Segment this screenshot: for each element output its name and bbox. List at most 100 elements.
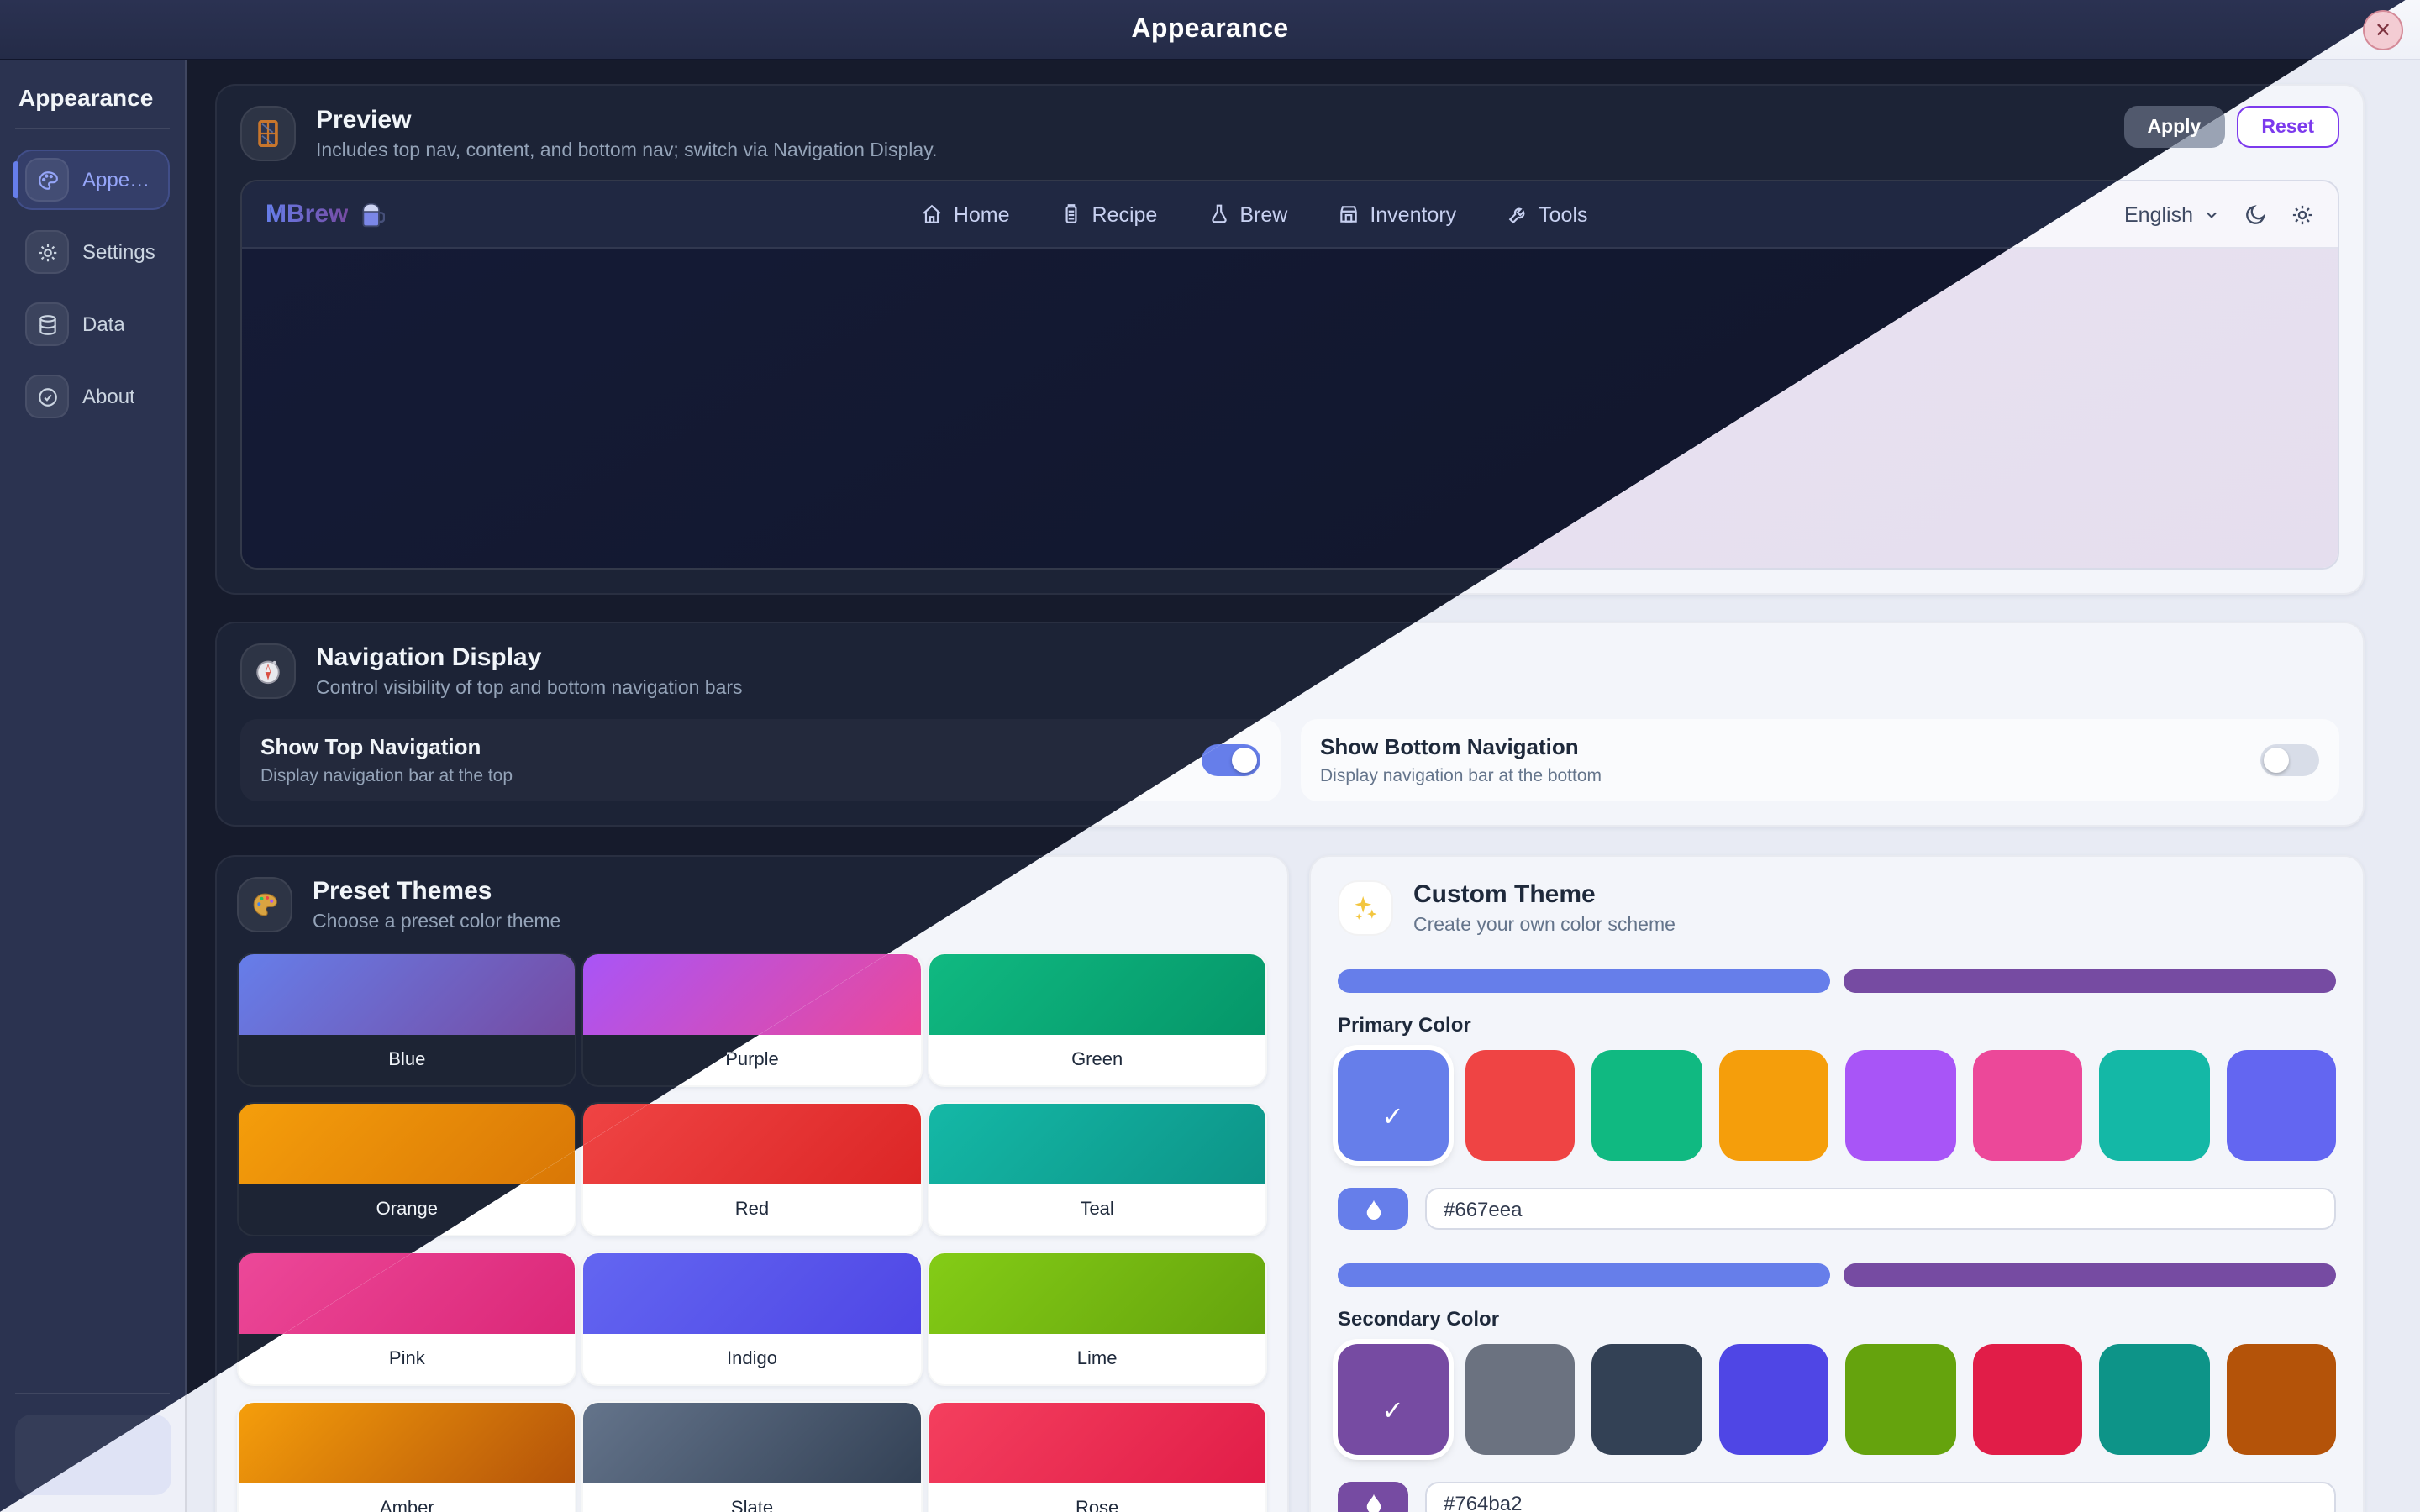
primary-swatch-7[interactable] [2226, 1050, 2336, 1161]
primary-swatch-2[interactable] [1591, 1050, 1702, 1161]
theme-tile-teal[interactable]: Teal [927, 1102, 1267, 1236]
check-circle-icon [25, 375, 69, 418]
bottom-nav-toggle-row: Show Bottom Navigation Display navigatio… [1300, 719, 2339, 801]
primary-swatch-row: ✓ [1338, 1050, 2336, 1161]
theme-label: Rose [929, 1483, 1265, 1512]
theme-tile-lime[interactable]: Lime [927, 1252, 1267, 1386]
secondary-gradient-bar [1844, 1263, 2336, 1287]
sidebar: Appearance Appearance Settings Data [0, 60, 187, 1512]
navigation-display-title: Navigation Display [316, 643, 743, 672]
theme-label: Pink [239, 1334, 576, 1384]
nav-item-home[interactable]: Home [922, 202, 1010, 226]
sidebar-footer-divider [15, 1393, 170, 1394]
preset-themes-subtitle: Choose a preset color theme [313, 912, 560, 932]
theme-label: Red [584, 1184, 921, 1235]
bottom-nav-toggle[interactable] [2260, 744, 2319, 776]
check-icon: ✓ [1338, 1394, 1448, 1428]
theme-label: Slate [584, 1483, 921, 1512]
primary-swatch-6[interactable] [2099, 1050, 2209, 1161]
reset-button[interactable]: Reset [2236, 106, 2339, 148]
primary-swatch-0[interactable]: ✓ [1338, 1050, 1448, 1161]
theme-swatch [929, 1253, 1265, 1334]
secondary-swatch-3[interactable] [1718, 1344, 1828, 1455]
secondary-swatch-2[interactable] [1591, 1344, 1702, 1455]
sidebar-item-label: Settings [82, 240, 155, 264]
brand-name: MBrew [266, 200, 348, 228]
theme-tile-amber[interactable]: Amber [237, 1401, 577, 1512]
close-icon: ✕ [2375, 20, 2391, 40]
secondary-swatch-4[interactable] [1845, 1344, 1955, 1455]
brand: MBrew [266, 200, 385, 228]
window-titlebar: Appearance ✕ [0, 0, 2420, 60]
check-icon: ✓ [1338, 1100, 1448, 1134]
primary-gradient-bar [1338, 1263, 1830, 1287]
nav-item-tools[interactable]: Tools [1507, 202, 1587, 226]
top-nav-toggle-row: Show Top Navigation Display navigation b… [240, 719, 1280, 801]
primary-swatch-3[interactable] [1718, 1050, 1828, 1161]
secondary-swatch-6[interactable] [2099, 1344, 2209, 1455]
theme-label: Indigo [584, 1334, 921, 1384]
theme-swatch [929, 954, 1265, 1035]
home-icon [922, 203, 944, 225]
primary-swatch-1[interactable] [1465, 1050, 1575, 1161]
theme-tile-indigo[interactable]: Indigo [582, 1252, 923, 1386]
theme-tile-slate[interactable]: Slate [582, 1401, 923, 1512]
primary-swatch-5[interactable] [1972, 1050, 2082, 1161]
language-select[interactable]: English [2124, 202, 2220, 226]
store-icon [1338, 203, 1360, 225]
preset-themes-title: Preset Themes [313, 877, 560, 906]
wrench-icon [1507, 203, 1528, 225]
custom-theme-title: Custom Theme [1413, 880, 1676, 909]
custom-theme-card: Custom Theme Create your own color schem… [1309, 855, 2365, 1512]
nav-item-inventory[interactable]: Inventory [1338, 202, 1456, 226]
chevron-down-icon [2203, 206, 2220, 223]
primary-hex-input[interactable] [1425, 1188, 2336, 1230]
window-title: Appearance [1131, 14, 1288, 45]
secondary-swatch-7[interactable] [2226, 1344, 2336, 1455]
flask-icon [1207, 203, 1229, 225]
secondary-color-picker-button[interactable] [1338, 1482, 1408, 1512]
primary-hex-row [1338, 1188, 2336, 1230]
secondary-swatch-5[interactable] [1972, 1344, 2082, 1455]
palette-icon [25, 158, 69, 202]
nav-item-brew[interactable]: Brew [1207, 202, 1287, 226]
toggle-label: Show Bottom Navigation [1320, 734, 1602, 759]
gear-icon [25, 230, 69, 274]
theme-swatch [239, 1403, 576, 1483]
sidebar-item-data[interactable]: Data [15, 294, 170, 354]
sidebar-item-label: About [82, 385, 135, 408]
theme-tile-rose[interactable]: Rose [927, 1401, 1267, 1512]
gradient-preview-row [1338, 969, 2336, 993]
gear-icon[interactable] [2291, 202, 2314, 226]
preview-nav-controls: English [2124, 202, 2314, 226]
sidebar-heading: Appearance [15, 84, 170, 111]
theme-swatch [584, 1403, 921, 1483]
nav-item-recipe[interactable]: Recipe [1060, 202, 1158, 226]
toggle-knob [2264, 748, 2289, 773]
primary-swatch-4[interactable] [1845, 1050, 1955, 1161]
theme-swatch [239, 1104, 576, 1184]
recipe-icon [1060, 203, 1082, 225]
secondary-hex-input[interactable] [1425, 1482, 2336, 1512]
secondary-swatch-0[interactable]: ✓ [1338, 1344, 1448, 1455]
secondary-swatch-1[interactable] [1465, 1344, 1575, 1455]
primary-color-picker-button[interactable] [1338, 1188, 1408, 1230]
gradient-preview-row [1338, 1263, 2336, 1287]
theme-swatch [929, 1403, 1265, 1483]
sidebar-item-about[interactable]: About [15, 366, 170, 427]
beer-mug-icon [360, 201, 385, 228]
moon-icon[interactable] [2244, 202, 2267, 226]
sparkles-emoji-icon [1338, 880, 1393, 936]
palette-emoji-icon [237, 877, 292, 932]
sidebar-item-label: Appearance [82, 168, 160, 192]
sidebar-item-label: Data [82, 312, 125, 336]
theme-tile-red[interactable]: Red [582, 1102, 923, 1236]
theme-swatch [929, 1104, 1265, 1184]
preview-nav-items: Home Recipe Brew [385, 202, 2124, 226]
droplet-icon [1365, 1199, 1381, 1219]
sidebar-item-appearance[interactable]: Appearance [15, 150, 170, 210]
sidebar-item-settings[interactable]: Settings [15, 222, 170, 282]
theme-tile-green[interactable]: Green [927, 953, 1267, 1087]
theme-tile-blue[interactable]: Blue [237, 953, 577, 1087]
secondary-swatch-row: ✓ [1338, 1344, 2336, 1455]
